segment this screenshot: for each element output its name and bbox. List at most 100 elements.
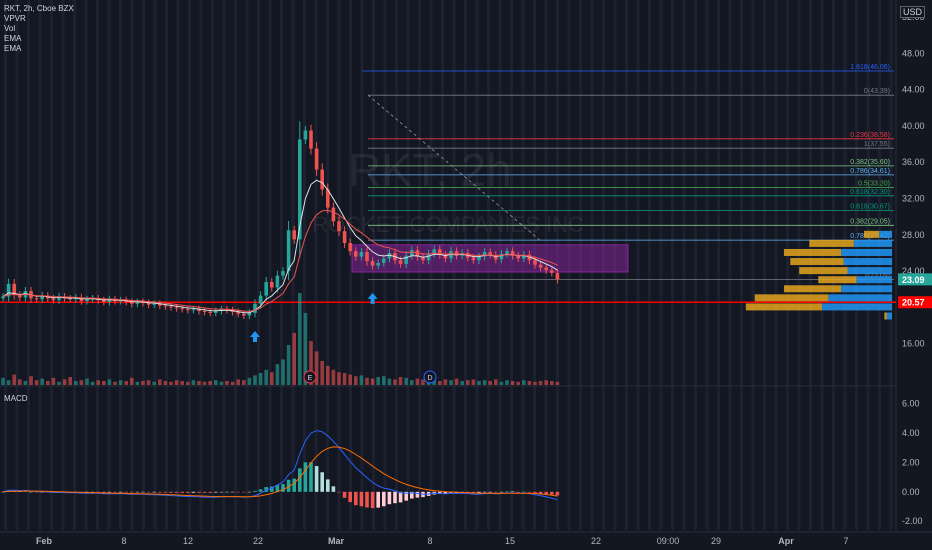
volume-bar <box>382 376 386 385</box>
price-chart[interactable]: RKT, 2h ROCKET COMPANIES INC 1.618(46.06) 0… <box>0 0 932 550</box>
price-tick-label: 36.00 <box>902 157 925 167</box>
candle-body <box>202 311 207 313</box>
candle-body <box>348 242 352 252</box>
candle-body <box>286 230 291 272</box>
candle-body <box>337 221 341 232</box>
candle-body <box>471 257 476 261</box>
volume-profile-bar <box>818 276 857 284</box>
macd-histogram-bar <box>292 478 296 492</box>
event-marker-label: D <box>427 375 432 382</box>
volume-profile-bar <box>822 303 892 311</box>
volume-bar <box>186 381 190 385</box>
volume-bar <box>354 376 358 385</box>
indicator-vpvr[interactable]: VPVR <box>4 14 74 24</box>
volume-bar <box>522 380 526 385</box>
volume-bar <box>90 381 95 385</box>
macd-histogram-bar <box>309 462 313 492</box>
macd-histogram-bar <box>314 466 319 492</box>
symbol-line[interactable]: RKT, 2h, Cboe BZX <box>4 4 74 14</box>
time-tick-label: 29 <box>711 536 721 546</box>
volume-bar <box>158 379 162 385</box>
macd-histogram-bar <box>208 491 212 493</box>
fib-label: 0.786(34.61) <box>850 168 890 175</box>
candle-body <box>488 252 492 255</box>
candle-body <box>186 309 190 311</box>
session-stripe <box>671 0 674 530</box>
volume-bar <box>533 381 537 385</box>
volume-profile-bar <box>886 312 892 320</box>
volume-bar <box>555 381 560 385</box>
volume-bar <box>85 378 89 385</box>
fib-label: 0.618(30.67) <box>850 204 890 211</box>
session-stripe <box>96 0 99 530</box>
macd-histogram-bar <box>326 479 330 492</box>
volume-bar <box>46 381 50 385</box>
indicator-ema-2[interactable]: EMA <box>4 44 74 54</box>
volume-bar <box>393 379 397 385</box>
candle-body <box>242 313 246 316</box>
volume-bar <box>12 374 16 385</box>
session-stripe <box>268 0 272 530</box>
macd-histogram-bar <box>163 491 168 493</box>
macd-histogram-bar <box>398 491 403 503</box>
session-stripe <box>291 0 295 530</box>
volume-bar <box>494 379 498 385</box>
macd-label[interactable]: MACD <box>4 394 28 403</box>
session-stripe <box>4 0 7 530</box>
volume-bar <box>370 378 375 385</box>
volume-bar <box>415 378 420 385</box>
candle-body <box>398 260 403 264</box>
time-axis: Feb 8 12 22 Mar 8 15 22 09:00 29 Apr 7 <box>36 536 849 546</box>
indicator-ema-1[interactable]: EMA <box>4 34 74 44</box>
time-tick-label: 22 <box>253 536 263 546</box>
macd-histogram-bar <box>393 491 397 504</box>
indicator-vol[interactable]: Vol <box>4 24 74 34</box>
session-stripe <box>153 0 157 530</box>
volume-profile-bar <box>790 258 844 266</box>
candle-body <box>253 303 257 313</box>
volume-profile-bar <box>856 276 892 284</box>
session-stripe <box>38 0 42 530</box>
volume-bar <box>376 377 380 385</box>
macd-histogram-bar <box>141 491 145 493</box>
volume-bar <box>550 381 554 385</box>
candle-body <box>275 275 280 288</box>
volume-bar <box>146 380 151 385</box>
fib-label: 1(37.55) <box>864 141 890 148</box>
candle-body <box>163 305 168 307</box>
price-axis: 52.0048.0044.0040.0036.0032.0028.0024.00… <box>898 12 932 349</box>
candle-body <box>477 256 481 261</box>
session-stripe <box>636 0 640 530</box>
macd-histogram-bar <box>538 491 543 494</box>
price-label-text: 23.09 <box>902 275 925 285</box>
candle-body <box>365 252 369 262</box>
time-tick-label: 15 <box>505 536 515 546</box>
volume-bar <box>51 377 56 385</box>
volume-bar <box>438 381 442 385</box>
macd-histogram-bar <box>303 462 308 492</box>
session-stripe <box>27 0 30 530</box>
volume-bar <box>471 379 476 385</box>
macd-histogram-bar <box>320 472 324 492</box>
volume-bar <box>113 381 117 385</box>
candle-body <box>174 307 179 309</box>
volume-bar <box>320 361 324 385</box>
session-stripe <box>211 0 214 530</box>
volume-bar <box>286 345 291 385</box>
volume-profile-bar <box>841 248 892 256</box>
candle-body <box>85 299 89 302</box>
macd-histogram-bar <box>197 491 201 493</box>
watermark-company: ROCKET COMPANIES INC <box>312 212 584 237</box>
currency-unit[interactable]: USD <box>900 6 926 18</box>
session-stripe <box>314 0 318 530</box>
volume-bar <box>219 381 224 385</box>
volume-bar <box>40 378 44 385</box>
candle-body <box>34 298 39 300</box>
volume-bar <box>258 373 263 385</box>
time-tick-label: Feb <box>36 536 53 546</box>
volume-bar <box>499 381 504 385</box>
macd-histogram-bar <box>219 491 224 493</box>
volume-bar <box>102 381 106 385</box>
candle-body <box>342 231 347 243</box>
volume-bar <box>96 380 100 385</box>
